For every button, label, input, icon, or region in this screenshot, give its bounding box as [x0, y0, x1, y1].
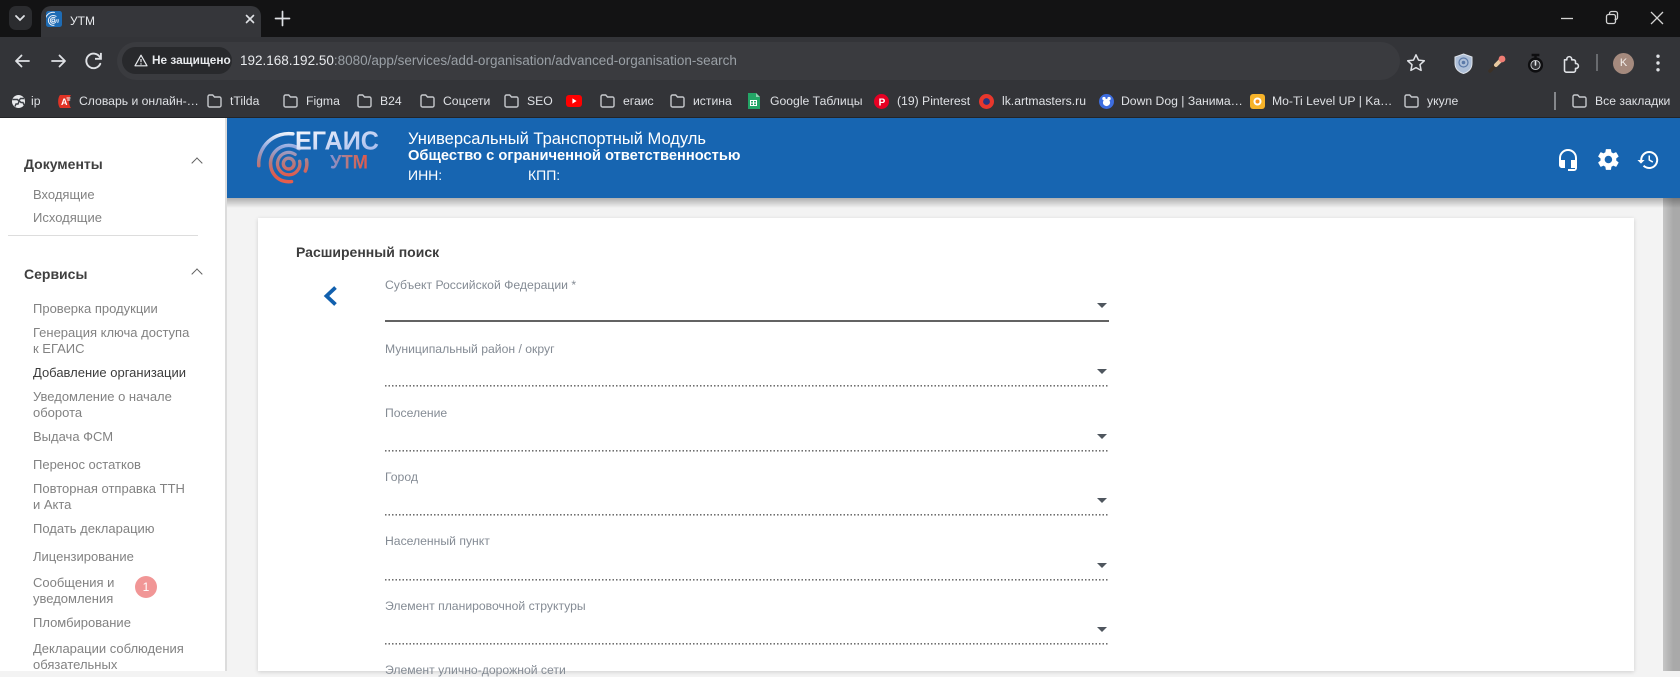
svg-text:УТМ: УТМ	[330, 152, 368, 174]
svg-text:P: P	[879, 98, 886, 109]
